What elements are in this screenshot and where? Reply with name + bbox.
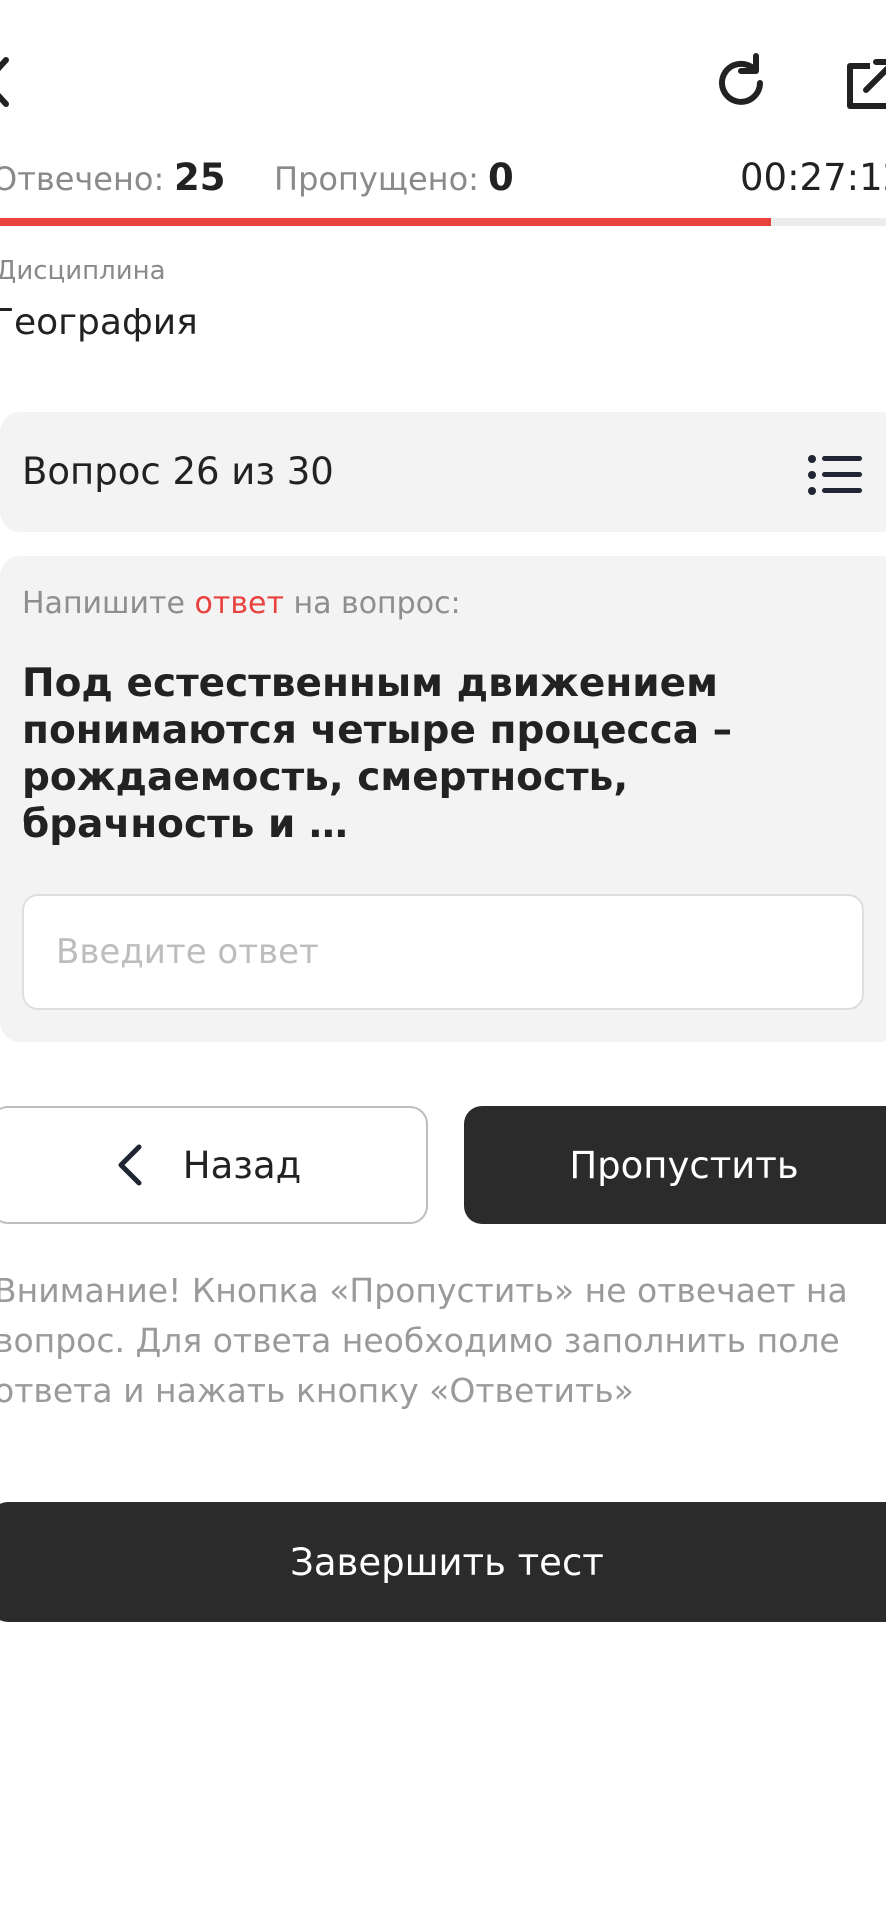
list-icon[interactable]: [808, 454, 862, 496]
back-button-label: Назад: [182, 1143, 302, 1187]
external-link-icon[interactable]: [842, 56, 886, 112]
question-card: Напишите ответ на вопрос: Под естественн…: [0, 556, 886, 1042]
skip-button[interactable]: Пропустить: [464, 1106, 886, 1224]
answered-label: Отвечено:: [0, 160, 165, 198]
refresh-icon[interactable]: [710, 52, 772, 114]
question-number: Вопрос 26 из 30: [22, 450, 334, 493]
discipline-value: География: [0, 302, 198, 343]
question-text: Под естественным движением понимаются че…: [22, 661, 733, 847]
skipped-label: Пропущено:: [274, 160, 479, 198]
finish-test-label: Завершить тест: [290, 1540, 604, 1584]
instruction-accent: ответ: [194, 586, 284, 621]
timer: 00:27:12: [740, 156, 886, 199]
back-chevron-icon[interactable]: [0, 54, 12, 110]
question-header-card: Вопрос 26 из 30: [0, 412, 886, 532]
answered-count: 25: [174, 156, 226, 199]
skipped-count: 0: [488, 156, 514, 199]
chevron-left-icon: [118, 1144, 142, 1186]
discipline-label: Дисциплина: [0, 256, 166, 286]
progress-fill: [0, 218, 771, 226]
instruction: Напишите ответ на вопрос:: [22, 586, 461, 621]
back-button[interactable]: Назад: [0, 1106, 428, 1224]
warning-text: Внимание! Кнопка «Пропустить» не отвечае…: [0, 1271, 848, 1410]
finish-test-button[interactable]: Завершить тест: [0, 1502, 886, 1622]
instruction-text: Напишите: [22, 586, 185, 621]
instruction-text-end: на вопрос:: [293, 586, 461, 621]
stats-row: Отвечено: 25 Пропущено: 0 00:27:12: [0, 152, 886, 202]
skip-button-label: Пропустить: [569, 1143, 799, 1187]
answer-input[interactable]: [22, 894, 864, 1010]
progress-bar: [0, 218, 886, 226]
